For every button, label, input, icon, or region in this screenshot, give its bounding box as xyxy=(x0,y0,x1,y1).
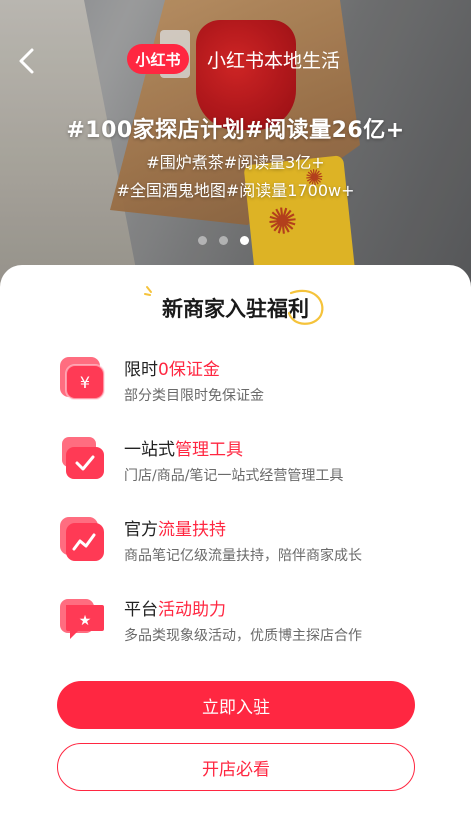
back-button[interactable] xyxy=(14,46,40,76)
hero-banner: ✺ ✺ 小红书 小红书本地生活 #100家探店计划#阅读量26亿+ #围炉煮茶#… xyxy=(0,0,471,290)
benefit-description: 门店/商品/笔记一站式经营管理工具 xyxy=(124,468,344,484)
hero-headline: #100家探店计划#阅读量26亿+ xyxy=(66,118,405,143)
benefit-description: 商品笔记亿级流量扶持，陪伴商家成长 xyxy=(124,548,362,564)
carousel-dot-active[interactable] xyxy=(240,236,249,245)
sparkle-icon xyxy=(144,286,152,296)
join-now-button[interactable]: 立即入驻 xyxy=(57,681,415,729)
store-guide-button[interactable]: 开店必看 xyxy=(57,743,415,791)
hero-subline-bar-map: #全国酒鬼地图#阅读量1700w+ xyxy=(116,181,355,200)
benefit-title: 一站式管理工具 xyxy=(124,440,243,460)
brand-logo: 小红书 xyxy=(127,44,189,74)
svg-text:¥: ¥ xyxy=(80,373,90,392)
carousel-dot[interactable] xyxy=(198,236,207,245)
manage-check-icon xyxy=(62,437,104,479)
benefit-item-activity: ★ 平台活动助力 多品类现象级活动，优质博主探店合作 xyxy=(58,595,438,655)
hero-subline-tea: #围炉煮茶#阅读量3亿+ xyxy=(146,153,325,172)
yen-icon: ¥ xyxy=(60,357,105,400)
star-flag-icon: ★ xyxy=(60,599,104,639)
benefit-description: 部分类目限时免保证金 xyxy=(124,388,264,404)
benefit-title: 官方流量扶持 xyxy=(124,520,226,540)
carousel-indicator xyxy=(198,236,249,245)
benefit-item-traffic: 官方流量扶持 商品笔记亿级流量扶持，陪伴商家成长 xyxy=(58,515,438,575)
benefit-title: 平台活动助力 xyxy=(124,600,226,620)
benefit-item-deposit: ¥ 限时0保证金 部分类目限时免保证金 xyxy=(58,355,438,415)
benefits-title-wrap: 新商家入驻福利 xyxy=(144,286,324,325)
carousel-dot[interactable] xyxy=(219,236,228,245)
page-title: 小红书本地生活 xyxy=(207,49,341,72)
benefit-item-tools: 一站式管理工具 门店/商品/笔记一站式经营管理工具 xyxy=(58,435,438,495)
brand-header: 小红书 小红书本地生活 xyxy=(127,44,340,74)
svg-text:★: ★ xyxy=(79,613,92,629)
benefits-card: 新商家入驻福利 ¥ 限时0保证金 部分类目限时免保证金 一站式管理工具 门店/商… xyxy=(0,265,471,823)
highlight-ring-icon xyxy=(287,289,324,325)
benefit-description: 多品类现象级活动，优质博主探店合作 xyxy=(124,628,362,644)
benefit-title: 限时0保证金 xyxy=(124,360,220,380)
chevron-left-icon xyxy=(19,48,34,74)
trend-icon xyxy=(60,517,104,561)
